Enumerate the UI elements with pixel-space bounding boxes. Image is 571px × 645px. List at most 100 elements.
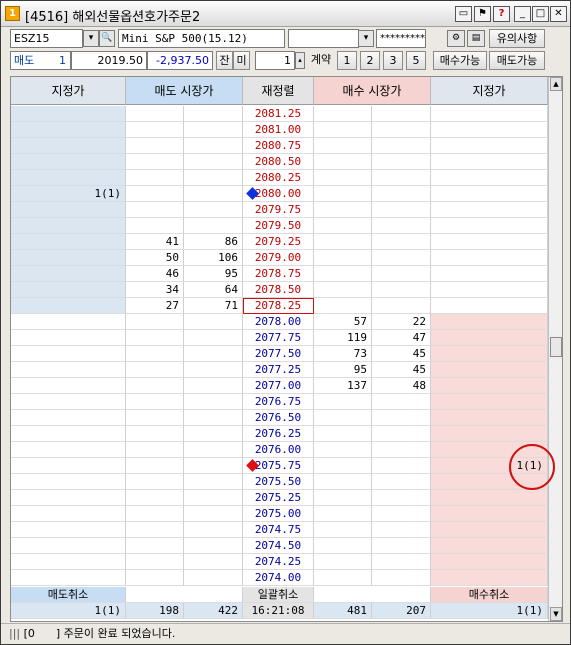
buy-limit-cell[interactable] (431, 122, 548, 138)
sell-mkt-cell-a[interactable] (126, 490, 184, 506)
sell-mkt-cell-a[interactable] (126, 394, 184, 410)
buy-limit-cell[interactable] (431, 522, 548, 538)
sell-limit-cell[interactable] (11, 250, 126, 266)
sell-mkt-cell-a[interactable] (126, 426, 184, 442)
buy-limit-cell[interactable] (431, 330, 548, 346)
buy-limit-cell[interactable] (431, 490, 548, 506)
sell-mkt-cell-b[interactable] (184, 202, 243, 218)
help-icon[interactable]: ? (493, 6, 510, 22)
pin-icon[interactable]: ⚑ (474, 6, 491, 22)
buy-mkt-cell-a[interactable] (314, 282, 372, 298)
qty-preset-3[interactable]: 3 (383, 51, 403, 70)
buy-limit-cell[interactable] (431, 282, 548, 298)
sell-mkt-cell-a[interactable] (126, 570, 184, 586)
sell-mkt-cell-b[interactable] (184, 506, 243, 522)
buy-mkt-cell-b[interactable] (372, 410, 431, 426)
sell-limit-cell[interactable] (11, 410, 126, 426)
gear-icon[interactable]: ⚙ (447, 30, 465, 47)
sell-mkt-cell-a[interactable] (126, 362, 184, 378)
buy-limit-cell[interactable] (431, 378, 548, 394)
buy-mkt-cell-a[interactable] (314, 570, 372, 586)
buy-mkt-cell-b[interactable] (372, 282, 431, 298)
buy-limit-cell[interactable] (431, 554, 548, 570)
buy-limit-cell[interactable] (431, 218, 548, 234)
buy-mkt-cell-a[interactable] (314, 298, 372, 314)
buy-mkt-cell-a[interactable]: 95 (314, 362, 372, 378)
header-sell-market[interactable]: 매도 시장가 (126, 77, 243, 105)
scroll-thumb[interactable] (550, 337, 562, 357)
buy-mkt-cell-a[interactable] (314, 426, 372, 442)
sell-limit-cell[interactable] (11, 170, 126, 186)
buy-mkt-cell-b[interactable]: 48 (372, 378, 431, 394)
buy-mkt-cell-b[interactable] (372, 234, 431, 250)
buy-limit-cell[interactable] (431, 314, 548, 330)
sell-limit-cell[interactable] (11, 442, 126, 458)
buy-mkt-cell-a[interactable] (314, 106, 372, 122)
sell-mkt-cell-b[interactable] (184, 218, 243, 234)
buy-limit-cell[interactable] (431, 506, 548, 522)
buy-mkt-cell-a[interactable] (314, 234, 372, 250)
sell-mkt-cell-b[interactable] (184, 442, 243, 458)
sell-mkt-cell-a[interactable]: 50 (126, 250, 184, 266)
sell-mkt-cell-a[interactable] (126, 442, 184, 458)
buy-cancel-button[interactable]: 매수취소 (431, 587, 548, 603)
buy-mkt-cell-a[interactable] (314, 186, 372, 202)
sell-mkt-cell-a[interactable] (126, 522, 184, 538)
buy-mkt-cell-a[interactable]: 137 (314, 378, 372, 394)
buy-mkt-cell-b[interactable] (372, 186, 431, 202)
sell-limit-cell[interactable] (11, 490, 126, 506)
buy-mkt-cell-b[interactable] (372, 474, 431, 490)
buy-limit-cell[interactable] (431, 266, 548, 282)
sell-mkt-cell-a[interactable]: 46 (126, 266, 184, 282)
sell-mkt-cell-b[interactable] (184, 186, 243, 202)
sell-mkt-cell-b[interactable] (184, 138, 243, 154)
sell-mkt-cell-b[interactable]: 95 (184, 266, 243, 282)
search-icon[interactable]: 🔍 (99, 30, 115, 47)
sell-limit-cell[interactable] (11, 538, 126, 554)
buy-mkt-cell-a[interactable] (314, 122, 372, 138)
buy-mkt-cell-b[interactable] (372, 458, 431, 474)
sell-mkt-cell-b[interactable] (184, 458, 243, 474)
buy-mkt-cell-a[interactable] (314, 202, 372, 218)
sell-mkt-cell-b[interactable] (184, 314, 243, 330)
buy-mkt-cell-b[interactable] (372, 554, 431, 570)
buy-mkt-cell-b[interactable] (372, 218, 431, 234)
sell-mkt-cell-a[interactable] (126, 170, 184, 186)
maximize-icon[interactable]: □ (532, 6, 549, 22)
sell-mkt-cell-b[interactable] (184, 330, 243, 346)
sell-mkt-cell-b[interactable] (184, 378, 243, 394)
close-icon[interactable]: ✕ (550, 6, 567, 22)
sell-limit-cell[interactable] (11, 154, 126, 170)
sell-mkt-cell-b[interactable] (184, 538, 243, 554)
scroll-up-icon[interactable]: ▲ (550, 77, 562, 91)
sell-cancel-button[interactable]: 매도취소 (11, 587, 126, 603)
sell-mkt-cell-b[interactable] (184, 170, 243, 186)
sell-mkt-cell-a[interactable] (126, 106, 184, 122)
buy-mkt-cell-b[interactable] (372, 426, 431, 442)
sell-mkt-cell-b[interactable] (184, 154, 243, 170)
buy-mkt-cell-a[interactable] (314, 442, 372, 458)
buy-mkt-cell-a[interactable] (314, 266, 372, 282)
buy-mkt-cell-a[interactable] (314, 154, 372, 170)
buy-mkt-cell-a[interactable] (314, 410, 372, 426)
buy-limit-cell[interactable] (431, 186, 548, 202)
mi-button[interactable]: 미 (233, 51, 250, 70)
symbol-input[interactable]: ESZ15 (10, 29, 83, 48)
account-dropdown-icon[interactable]: ▾ (358, 30, 374, 47)
buy-mkt-cell-a[interactable] (314, 170, 372, 186)
buy-limit-cell[interactable] (431, 154, 548, 170)
sell-mkt-cell-a[interactable]: 41 (126, 234, 184, 250)
buy-limit-cell[interactable] (431, 250, 548, 266)
sell-mkt-cell-b[interactable] (184, 362, 243, 378)
buy-mkt-cell-b[interactable] (372, 122, 431, 138)
sell-mkt-cell-a[interactable] (126, 474, 184, 490)
sell-mkt-cell-b[interactable] (184, 490, 243, 506)
sell-mkt-cell-a[interactable] (126, 154, 184, 170)
bulk-cancel-button[interactable]: 일괄취소 (243, 587, 314, 603)
buy-mkt-cell-b[interactable] (372, 442, 431, 458)
sell-mkt-cell-b[interactable] (184, 570, 243, 586)
sell-limit-cell[interactable] (11, 362, 126, 378)
sell-mkt-cell-b[interactable] (184, 522, 243, 538)
buy-limit-cell[interactable] (431, 106, 548, 122)
buy-limit-cell[interactable] (431, 298, 548, 314)
